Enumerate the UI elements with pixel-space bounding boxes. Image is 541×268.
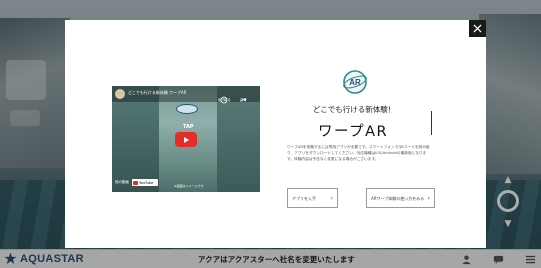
close-icon <box>473 24 482 33</box>
youtube-label: YouTube <box>139 180 154 185</box>
modal-tagline: どこでも行ける新体験！ <box>313 105 396 114</box>
chevron-right-icon: › <box>427 194 430 202</box>
video-caption: ※画面はイメージです <box>174 184 204 188</box>
title-divider <box>431 111 432 135</box>
promo-video-player[interactable]: どこでも行ける新体験 ワープAR 後で見る 共有 TAP 他の動画 YouTub… <box>112 86 260 192</box>
play-icon <box>184 136 189 143</box>
how-to-use-button-label: ARワープ体験の使い方をみる <box>371 195 425 201</box>
video-bottom-controls: 他の動画 YouTube <box>115 179 158 186</box>
watch-later-label: 後で見る <box>218 98 231 102</box>
warp-ar-logo: AR <box>342 69 368 95</box>
youtube-watch-button[interactable]: YouTube <box>132 179 158 186</box>
chevron-right-icon: › <box>330 194 333 202</box>
play-button[interactable] <box>175 132 197 147</box>
modal-title: ワープAR <box>318 124 389 140</box>
how-to-use-button[interactable]: ARワープ体験の使い方をみる › <box>366 188 435 208</box>
get-app-button[interactable]: アプリを入手 › <box>287 188 338 208</box>
video-title[interactable]: どこでも行ける新体験 ワープAR <box>128 90 216 96</box>
close-button[interactable] <box>469 20 486 37</box>
get-app-button-label: アプリを入手 <box>292 195 316 201</box>
channel-avatar[interactable] <box>115 89 125 99</box>
svg-text:AR: AR <box>349 78 361 87</box>
modal-description: ワープARを体験するには専用アプリが必要です。スマートフォンでQRコードを読み取… <box>287 145 430 161</box>
youtube-icon <box>133 180 138 185</box>
warp-ar-logo-icon: AR <box>343 70 367 94</box>
warp-ar-mini-logo <box>176 104 198 114</box>
share-label: 共有 <box>240 98 247 102</box>
tap-label: TAP <box>183 124 194 130</box>
more-videos-label[interactable]: 他の動画 <box>115 180 129 185</box>
